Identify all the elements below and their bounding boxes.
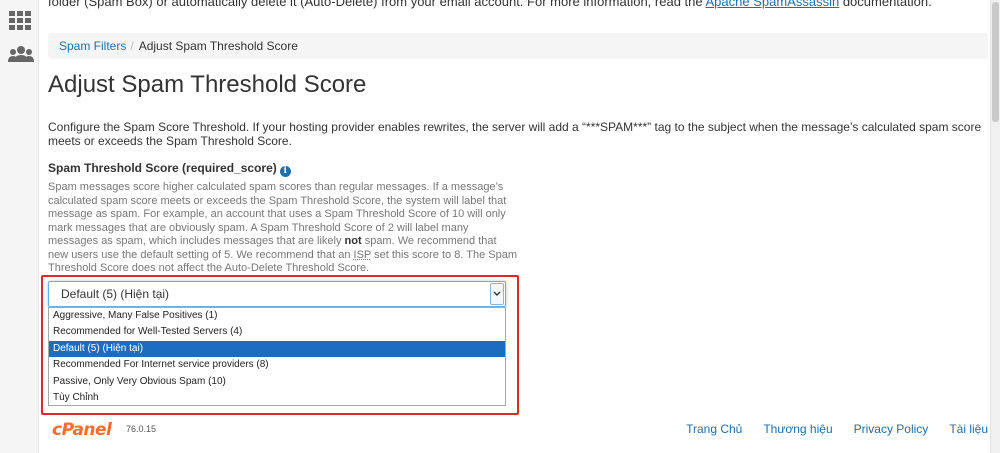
threshold-options-list: Aggressive, Many False Positives (1) Rec… bbox=[48, 307, 506, 406]
footer-link-trademarks[interactable]: Thương hiệu bbox=[763, 422, 832, 436]
option-aggressive[interactable]: Aggressive, Many False Positives (1) bbox=[49, 308, 505, 324]
threshold-label-text: Spam Threshold Score (required_score) bbox=[48, 161, 277, 175]
chevron-down-icon[interactable] bbox=[490, 283, 504, 305]
footer-link-home[interactable]: Trang Chủ bbox=[686, 422, 742, 436]
intro-suffix: documentation. bbox=[839, 0, 932, 9]
threshold-field-label: Spam Threshold Score (required_score) i bbox=[48, 161, 291, 177]
intro-text: folder (Spam Box) or automatically delet… bbox=[48, 0, 932, 10]
page-description: Configure the Spam Score Threshold. If y… bbox=[48, 120, 982, 148]
help-text-bold: not bbox=[344, 235, 362, 247]
option-isp[interactable]: Recommended For Internet service provide… bbox=[49, 357, 505, 373]
intro-prefix: folder (Spam Box) or automatically delet… bbox=[48, 0, 706, 9]
breadcrumb-separator: / bbox=[130, 39, 134, 53]
breadcrumb-current: Adjust Spam Threshold Score bbox=[138, 39, 298, 53]
version-number: 76.0.15 bbox=[126, 424, 157, 434]
option-well-tested[interactable]: Recommended for Well-Tested Servers (4) bbox=[49, 324, 505, 340]
left-rail bbox=[0, 0, 39, 453]
spamassassin-docs-link[interactable]: Apache SpamAssassin bbox=[706, 0, 840, 9]
option-custom[interactable]: Tùy Chỉnh bbox=[49, 390, 505, 406]
scrollbar-thumb[interactable] bbox=[992, 2, 999, 122]
footer-link-privacy[interactable]: Privacy Policy bbox=[854, 422, 929, 436]
threshold-help-text: Spam messages score higher calculated sp… bbox=[48, 181, 518, 276]
users-icon[interactable] bbox=[8, 42, 34, 66]
breadcrumb: Spam Filters / Adjust Spam Threshold Score bbox=[48, 33, 988, 59]
option-default[interactable]: Default (5) (Hiện tại) bbox=[49, 340, 505, 358]
cpanel-logo: cPanel bbox=[52, 420, 112, 440]
threshold-select-value: Default (5) (Hiện tại) bbox=[61, 287, 170, 301]
footer-link-documentation[interactable]: Tài liệu bbox=[949, 422, 988, 436]
isp-abbreviation: ISP bbox=[353, 248, 372, 261]
apps-grid-icon[interactable] bbox=[8, 9, 32, 33]
info-icon[interactable]: i bbox=[279, 166, 291, 177]
breadcrumb-spam-filters[interactable]: Spam Filters bbox=[59, 39, 126, 53]
option-passive[interactable]: Passive, Only Very Obvious Spam (10) bbox=[49, 374, 505, 390]
threshold-select[interactable]: Default (5) (Hiện tại) bbox=[48, 281, 506, 307]
page-title: Adjust Spam Threshold Score bbox=[48, 71, 367, 98]
footer-links: Trang Chủ Thương hiệu Privacy Policy Tài li… bbox=[665, 422, 988, 436]
scrollbar[interactable] bbox=[990, 0, 1000, 453]
footer: cPanel 76.0.15 Trang Chủ Thương hiệu Priva… bbox=[48, 418, 988, 442]
